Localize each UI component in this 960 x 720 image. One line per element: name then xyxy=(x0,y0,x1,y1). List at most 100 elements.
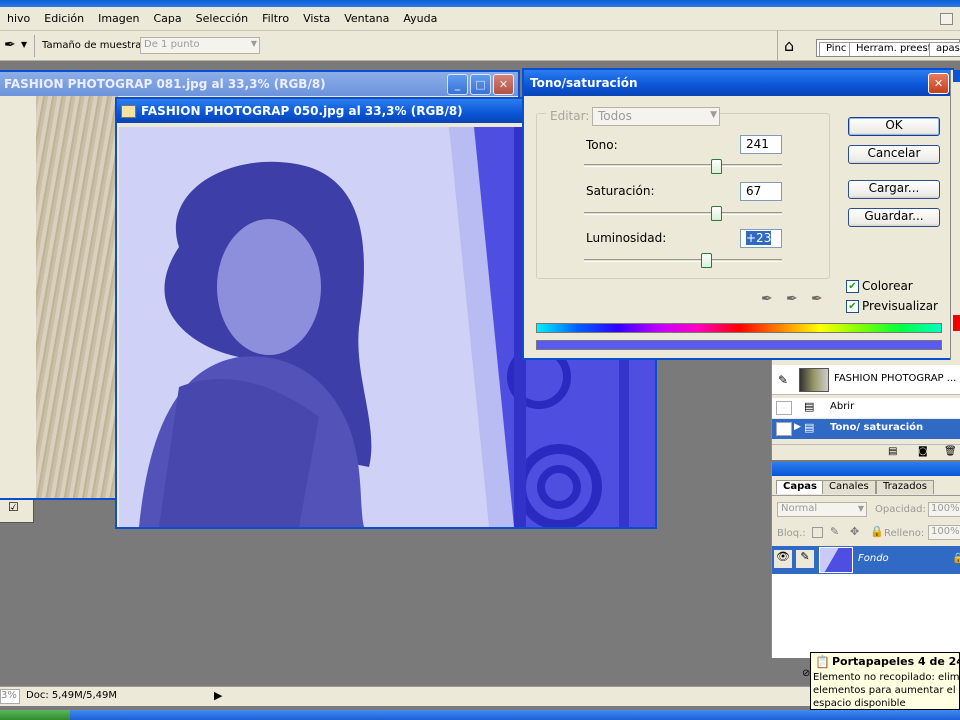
history-footer: ▤ ◙ 🗑 xyxy=(772,444,960,460)
lock-paint-icon[interactable]: ✎ xyxy=(830,525,839,538)
menu-help[interactable]: Ayuda xyxy=(396,12,444,25)
menu-layer[interactable]: Capa xyxy=(147,12,189,25)
layers-list-empty xyxy=(772,574,960,658)
lightness-input[interactable]: +23 xyxy=(740,229,782,248)
brush-link-icon[interactable]: ✎ xyxy=(796,550,814,568)
window-restore-icon[interactable] xyxy=(940,12,953,25)
jump-to-imageready-icon[interactable]: ☑ xyxy=(8,500,19,514)
history-item[interactable]: ▤ Abrir xyxy=(772,398,960,418)
file-browser-icon[interactable]: ⌂ xyxy=(784,36,794,55)
dialog-title: Tono/saturación xyxy=(530,76,638,90)
eyedropper-icon[interactable]: ✒ xyxy=(761,291,773,307)
menu-image[interactable]: Imagen xyxy=(91,12,146,25)
lightness-slider-thumb[interactable] xyxy=(700,253,712,268)
document-title: FASHION PHOTOGRAP 081.jpg al 33,3% (RGB/… xyxy=(4,77,326,91)
tab-channels[interactable]: Canales xyxy=(822,480,876,494)
tab-paths[interactable]: Trazados xyxy=(876,480,934,494)
layers-title-bar[interactable] xyxy=(772,462,960,476)
saturation-slider-thumb[interactable] xyxy=(710,206,722,221)
colorize-checkbox[interactable]: ✔ xyxy=(846,280,859,293)
saturation-slider-track[interactable] xyxy=(584,212,782,215)
document-title: FASHION PHOTOGRAP 050.jpg al 33,3% (RGB/… xyxy=(141,104,463,118)
lock-transparency-icon[interactable] xyxy=(812,527,823,538)
opacity-label: Opacidad: xyxy=(875,504,926,515)
tab-layer-comps[interactable]: apas xyxy=(929,42,960,56)
lightness-input-selection: +23 xyxy=(746,231,772,245)
chevron-down-icon[interactable]: ▼ xyxy=(21,40,27,49)
options-bar: ✒ ▼ Tamaño de muestra: De 1 punto ▼ ⌂ Pin… xyxy=(0,31,960,61)
menu-bar: hivo Edición Imagen Capa Selección Filtr… xyxy=(0,7,960,31)
lock-all-icon[interactable]: 🔒 xyxy=(870,525,884,538)
maximize-icon[interactable]: □ xyxy=(470,73,491,95)
snapshot-label: FASHION PHOTOGRAP ... xyxy=(834,373,957,384)
minimize-icon[interactable]: _ xyxy=(447,73,468,95)
edit-select-value: Todos xyxy=(598,109,632,123)
new-document-icon[interactable]: ▤ xyxy=(888,446,897,457)
history-state-marker-icon: ▶ xyxy=(794,422,801,432)
hue-slider-thumb[interactable] xyxy=(710,159,722,174)
load-button[interactable]: Cargar... xyxy=(848,180,940,199)
save-button[interactable]: Guardar... xyxy=(848,208,940,227)
blend-mode-select[interactable]: Normal ▼ xyxy=(777,502,867,517)
history-brush-source-icon[interactable]: ✎ xyxy=(778,373,788,387)
history-snapshot-row[interactable]: ✎ FASHION PHOTOGRAP ... xyxy=(772,365,960,395)
layers-tabs: Capas Canales Trazados xyxy=(772,480,960,496)
hue-input[interactable]: 241 xyxy=(740,135,782,154)
sample-size-select[interactable]: De 1 punto ▼ xyxy=(140,37,260,54)
document-title-bar[interactable]: FASHION PHOTOGRAP 081.jpg al 33,3% (RGB/… xyxy=(0,72,518,96)
menu-select[interactable]: Selección xyxy=(189,12,255,25)
trash-icon[interactable]: 🗑 xyxy=(944,446,957,457)
close-icon[interactable]: ✕ xyxy=(928,72,949,94)
app-title-bar xyxy=(0,0,960,7)
layer-row-fondo[interactable]: 👁 ✎ Fondo 🔒 xyxy=(772,546,960,574)
document-canvas-081 xyxy=(36,96,118,498)
lock-move-icon[interactable]: ✥ xyxy=(850,525,859,538)
clipboard-tray-icon[interactable]: ⊘ xyxy=(802,668,810,679)
menu-filter[interactable]: Filtro xyxy=(255,12,296,25)
lightness-slider-track[interactable] xyxy=(584,259,782,262)
document-icon xyxy=(121,104,136,118)
saturation-input[interactable]: 67 xyxy=(740,182,782,201)
hue-label: Tono: xyxy=(586,138,618,152)
doc-size-label: Doc: 5,49M/5,49M xyxy=(26,690,118,701)
history-source-box[interactable] xyxy=(776,401,792,415)
close-icon[interactable]: ✕ xyxy=(493,73,514,95)
preview-checkbox[interactable]: ✔ xyxy=(846,300,859,313)
history-source-box[interactable] xyxy=(776,422,792,436)
clipboard-icon: 📋 xyxy=(815,655,830,669)
clipboard-title: Portapapeles 4 de 24 xyxy=(832,655,960,668)
chevron-down-icon: ▼ xyxy=(250,39,257,48)
right-palette-strip xyxy=(950,70,960,360)
edit-select[interactable]: Todos ▼ xyxy=(592,107,720,126)
tab-tool-presets[interactable]: Herram. preest. xyxy=(849,42,942,56)
menu-file[interactable]: hivo xyxy=(0,12,37,25)
status-menu-arrow-icon[interactable]: ▶ xyxy=(214,689,222,702)
eyedropper-plus-icon[interactable]: ✒ xyxy=(786,291,798,307)
eyedropper-tool-icon[interactable]: ✒ xyxy=(4,37,16,53)
saturation-label: Saturación: xyxy=(586,184,655,198)
blend-mode-value: Normal xyxy=(781,503,818,514)
start-button[interactable] xyxy=(0,710,70,720)
menu-edit[interactable]: Edición xyxy=(37,12,91,25)
swatch-red xyxy=(953,315,960,331)
camera-icon[interactable]: ◙ xyxy=(918,446,928,457)
tab-layers[interactable]: Capas xyxy=(776,480,824,494)
history-item-active[interactable]: ▶ ▤ Tono/ saturación xyxy=(772,419,960,439)
visibility-eye-icon[interactable]: 👁 xyxy=(774,550,792,568)
ok-button[interactable]: OK xyxy=(848,117,940,136)
eyedropper-minus-icon[interactable]: ✒ xyxy=(811,291,823,307)
dialog-title-bar[interactable]: Tono/saturación ✕ xyxy=(524,70,952,96)
hue-slider-track[interactable] xyxy=(584,164,782,167)
cancel-button[interactable]: Cancelar xyxy=(848,145,940,164)
history-palette: ✎ FASHION PHOTOGRAP ... ▤ Abrir ▶ ▤ Tono… xyxy=(771,360,960,460)
sample-size-value: De 1 punto xyxy=(144,39,200,50)
opacity-input[interactable]: 100% xyxy=(928,502,960,517)
edit-group-box xyxy=(536,113,830,279)
menu-view[interactable]: Vista xyxy=(296,12,337,25)
history-item-label: Abrir xyxy=(830,401,855,412)
menu-window[interactable]: Ventana xyxy=(337,12,396,25)
fill-label: Relleno: xyxy=(884,528,925,539)
zoom-field[interactable]: 3% xyxy=(0,689,20,704)
fill-input[interactable]: 100% xyxy=(928,525,960,540)
spectrum-bar xyxy=(536,323,942,333)
